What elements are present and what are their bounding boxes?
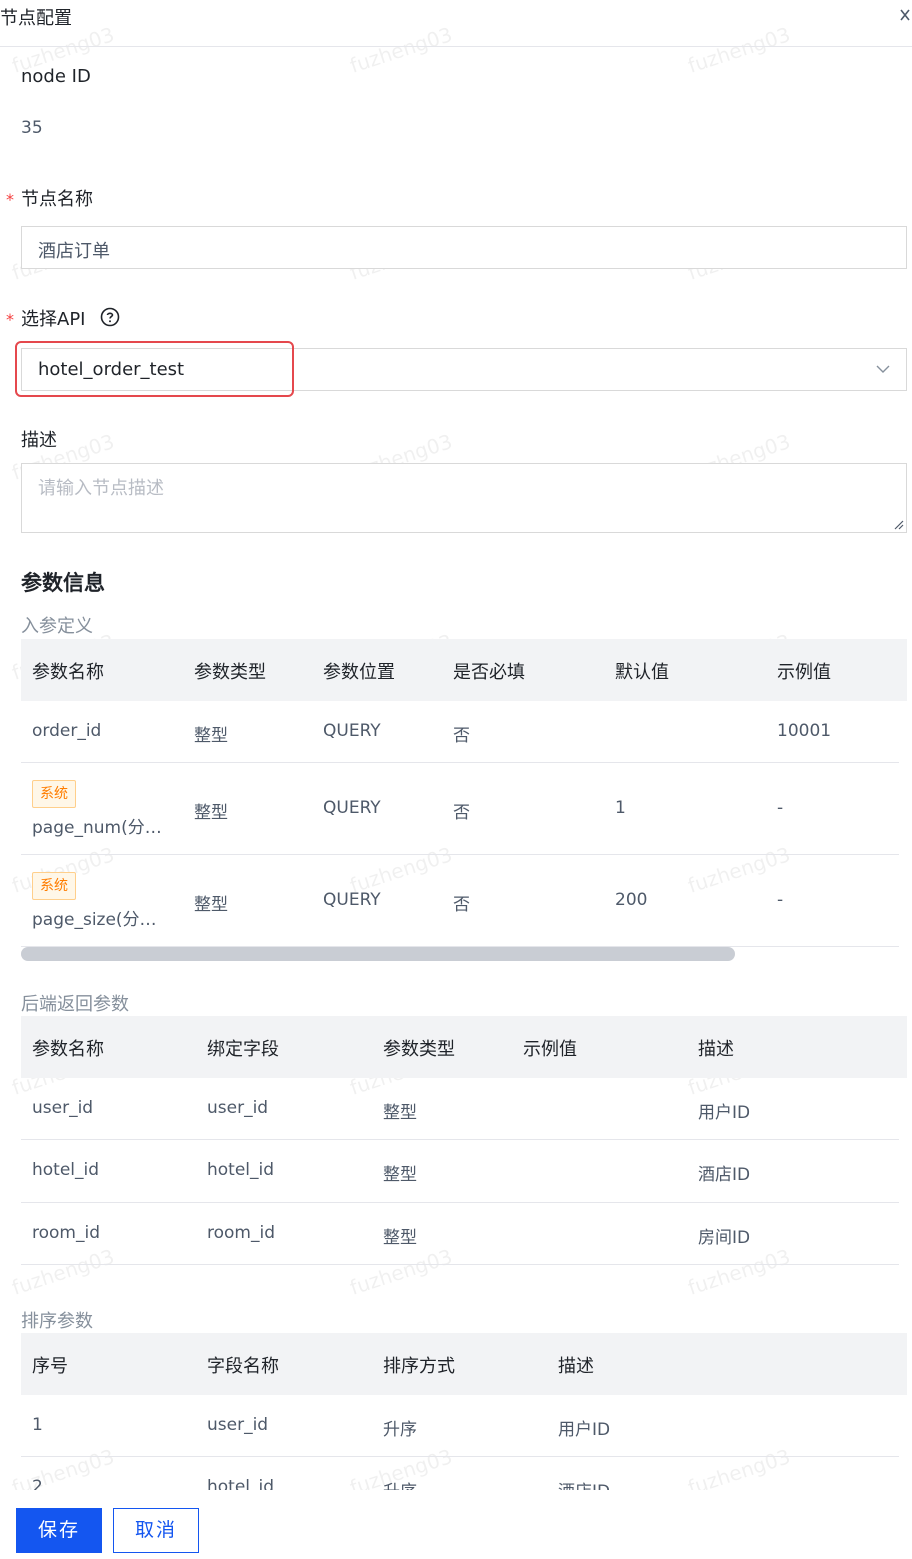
description-label: 描述 — [21, 430, 57, 451]
column-header: 参数位置 — [323, 662, 395, 683]
cancel-button[interactable]: 取消 — [113, 1508, 199, 1553]
param-default: 1 — [615, 798, 626, 818]
param-type: 整型 — [194, 895, 228, 915]
api-label: 选择API — [21, 309, 86, 330]
table-header: 参数名称 参数类型 参数位置 是否必填 默认值 示例值 — [21, 639, 907, 701]
param-name: page_size(分… — [32, 910, 157, 930]
param-type: 整型 — [194, 803, 228, 823]
bound-field: room_id — [207, 1223, 275, 1243]
column-header: 参数类型 — [194, 662, 266, 683]
column-header: 字段名称 — [207, 1356, 279, 1377]
required-mark: * — [6, 190, 14, 209]
param-required: 否 — [453, 895, 470, 915]
table-row: order_id 整型 QUERY 否 10001 — [21, 701, 899, 763]
sort-index: 1 — [32, 1415, 43, 1435]
table-header: 参数名称 绑定字段 参数类型 示例值 描述 — [21, 1016, 907, 1078]
param-position: QUERY — [323, 890, 381, 910]
param-position: QUERY — [323, 721, 381, 741]
description-placeholder: 请输入节点描述 — [38, 478, 164, 499]
param-required: 否 — [453, 803, 470, 823]
param-desc: 房间ID — [698, 1228, 751, 1248]
column-header: 是否必填 — [453, 662, 525, 683]
node-name-input[interactable]: 酒店订单 — [21, 226, 907, 269]
param-type: 整型 — [383, 1103, 417, 1123]
table-row: 系统 page_size(分… 整型 QUERY 否 200 - — [21, 855, 899, 947]
table-row: room_id room_id 整型 房间ID — [21, 1203, 899, 1265]
drawer-footer: 保存 取消 — [0, 1490, 912, 1559]
sort-desc: 用户ID — [558, 1420, 611, 1440]
highlight-box — [15, 341, 294, 397]
param-name: hotel_id — [32, 1160, 100, 1180]
horizontal-scrollbar[interactable] — [21, 947, 735, 961]
node-id-value: 35 — [21, 118, 43, 138]
help-icon[interactable] — [100, 307, 120, 327]
output-params-title: 后端返回参数 — [21, 994, 129, 1015]
column-header: 示例值 — [523, 1039, 577, 1060]
save-button[interactable]: 保存 — [16, 1508, 102, 1553]
param-desc: 用户ID — [698, 1103, 751, 1123]
node-id-label: node ID — [21, 66, 91, 87]
param-name: page_num(分… — [32, 818, 162, 838]
drawer-title: 节点配置 — [0, 8, 72, 29]
bound-field: user_id — [207, 1098, 269, 1118]
system-tag: 系统 — [32, 780, 76, 808]
node-name-value: 酒店订单 — [38, 241, 110, 262]
column-header: 序号 — [32, 1356, 68, 1377]
table-row: hotel_id hotel_id 整型 酒店ID — [21, 1140, 899, 1203]
param-default: 200 — [615, 890, 648, 910]
param-name: room_id — [32, 1223, 100, 1243]
param-desc: 酒店ID — [698, 1165, 751, 1185]
close-icon[interactable] — [898, 6, 912, 26]
sort-params-title: 排序参数 — [21, 1311, 93, 1332]
param-position: QUERY — [323, 798, 381, 818]
column-header: 描述 — [558, 1356, 594, 1377]
sort-order: 升序 — [383, 1420, 417, 1440]
param-type: 整型 — [194, 726, 228, 746]
description-textarea[interactable]: 请输入节点描述 — [21, 463, 907, 533]
column-header: 排序方式 — [383, 1356, 455, 1377]
param-name: user_id — [32, 1098, 94, 1118]
param-info-title: 参数信息 — [21, 571, 105, 595]
column-header: 描述 — [698, 1039, 734, 1060]
param-required: 否 — [453, 726, 470, 746]
drawer-header: 节点配置 — [0, 0, 912, 47]
column-header: 示例值 — [777, 662, 831, 683]
table-header: 序号 字段名称 排序方式 描述 — [21, 1333, 907, 1395]
param-example: 10001 — [777, 721, 832, 741]
param-example: - — [777, 890, 784, 910]
column-header: 默认值 — [615, 662, 669, 683]
param-type: 整型 — [383, 1228, 417, 1248]
chevron-down-icon — [876, 365, 890, 373]
system-tag: 系统 — [32, 872, 76, 900]
table-row: 1 user_id 升序 用户ID — [21, 1395, 899, 1457]
param-example: - — [777, 798, 784, 818]
node-name-label: 节点名称 — [21, 189, 93, 210]
input-params-title: 入参定义 — [21, 616, 93, 637]
required-mark: * — [6, 310, 14, 329]
table-row: 系统 page_num(分… 整型 QUERY 否 1 - — [21, 763, 899, 855]
output-params-table: 参数名称 绑定字段 参数类型 示例值 描述 user_id user_id 整型… — [21, 1016, 907, 1265]
input-params-table: 参数名称 参数类型 参数位置 是否必填 默认值 示例值 order_id 整型 … — [21, 639, 907, 947]
column-header: 参数类型 — [383, 1039, 455, 1060]
column-header: 参数名称 — [32, 662, 104, 683]
column-header: 绑定字段 — [207, 1039, 279, 1060]
table-row: user_id user_id 整型 用户ID — [21, 1078, 899, 1140]
resize-grip-icon[interactable] — [892, 518, 904, 530]
param-name: order_id — [32, 721, 102, 741]
column-header: 参数名称 — [32, 1039, 104, 1060]
sort-field: user_id — [207, 1415, 269, 1435]
param-type: 整型 — [383, 1165, 417, 1185]
bound-field: hotel_id — [207, 1160, 275, 1180]
